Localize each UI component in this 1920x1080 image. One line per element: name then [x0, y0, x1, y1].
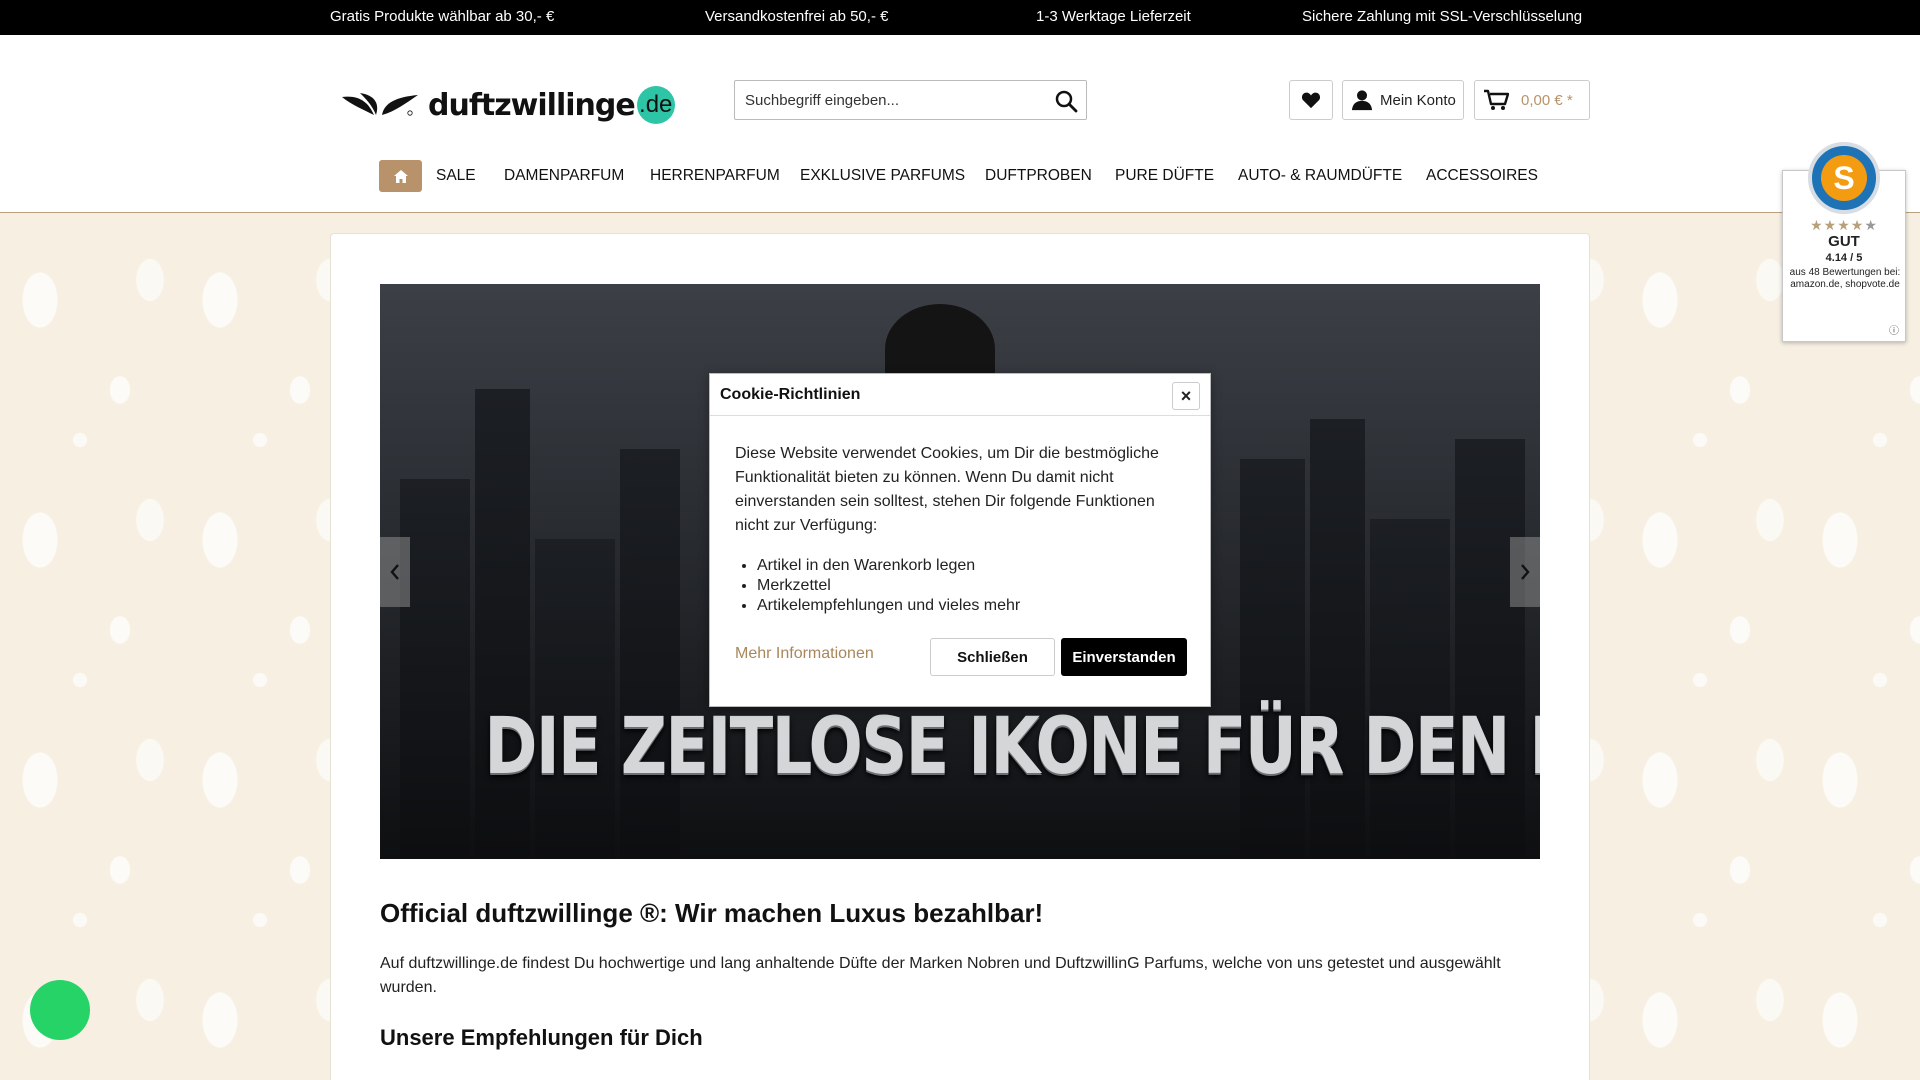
usp-bar: Gratis Produkte wählbar ab 30,- € Versan…	[0, 0, 1920, 35]
usp-delivery-time: 1-3 Werktage Lieferzeit	[1036, 8, 1191, 25]
nav-home[interactable]	[379, 160, 422, 192]
chat-button[interactable]	[30, 980, 90, 1040]
user-icon	[1351, 90, 1373, 111]
cart-button[interactable]: 0,00 € *	[1474, 80, 1590, 120]
cart-icon	[1484, 89, 1509, 110]
cookie-text: Diese Website verwendet Cookies, um Dir …	[735, 445, 1159, 534]
cart-total: 0,00 € *	[1521, 91, 1573, 109]
slider-next-button[interactable]	[1510, 537, 1540, 607]
cookie-feature-list: Artikel in den Warenkorb legen Merkzette…	[757, 556, 1020, 616]
chevron-right-icon	[1521, 564, 1530, 580]
rating-score: 4.14 / 5	[1825, 252, 1863, 264]
intro-text: Auf duftzwillinge.de findest Du hochwert…	[380, 955, 1501, 996]
nav-exklusive-parfums[interactable]: EXKLUSIVE PARFUMS	[800, 167, 965, 185]
cookie-close-button[interactable]: Schließen	[930, 638, 1055, 676]
usp-free-products: Gratis Produkte wählbar ab 30,- €	[330, 8, 555, 25]
heart-icon	[1301, 92, 1321, 109]
page-title: Official duftzwillinge ®: Wir machen Lux…	[380, 898, 1044, 928]
search-icon[interactable]	[1054, 89, 1078, 113]
usp-ssl: Sichere Zahlung mit SSL-Verschlüsselung	[1302, 8, 1583, 25]
nav-accessoires[interactable]: ACCESSOIRES	[1426, 167, 1538, 185]
nav-auto-raumduefte[interactable]: AUTO- & RAUMDÜFTE	[1238, 167, 1402, 185]
more-info-link[interactable]: Mehr Informationen	[735, 645, 874, 663]
logo-tld: .de	[636, 86, 675, 124]
site-header: duftzwillinge .de Mein Konto 0,00 € *	[0, 35, 1920, 213]
nav-damenparfum[interactable]: DAMENPARFUM	[504, 167, 624, 185]
nav-pure-duefte[interactable]: PURE DÜFTE	[1115, 167, 1214, 185]
rating-stars: ★★★★★	[1810, 217, 1878, 233]
rating-grade: GUT	[1828, 233, 1860, 250]
shopvote-badge[interactable]: S	[1808, 142, 1880, 214]
cookie-dialog: Cookie-Richtlinien × Diese Website verwe…	[709, 373, 1211, 707]
rating-info: aus 48 Bewertungen bei: amazon.de, shopv…	[1789, 267, 1901, 290]
list-item: Merkzettel	[757, 576, 1020, 596]
home-icon	[393, 169, 408, 183]
nav-duftproben[interactable]: DUFTPROBEN	[985, 167, 1092, 185]
recommendations-heading: Unsere Empfehlungen für Dich	[380, 1025, 703, 1050]
cookie-dialog-header: Cookie-Richtlinien ×	[710, 374, 1210, 416]
search-box	[734, 80, 1087, 120]
nav-sale[interactable]: SALE	[436, 167, 476, 185]
cookie-accept-button[interactable]: Einverstanden	[1061, 638, 1187, 676]
chevron-left-icon	[390, 564, 399, 580]
list-item: Artikel in den Warenkorb legen	[757, 556, 1020, 576]
list-item: Artikelempfehlungen und vieles mehr	[757, 596, 1020, 616]
nav-herrenparfum[interactable]: HERRENPARFUM	[650, 167, 780, 185]
hero-headline: DIE ZEITLOSE IKONE FÜR DEN MANN.	[484, 702, 1540, 792]
slider-prev-button[interactable]	[380, 537, 410, 607]
wishlist-button[interactable]	[1289, 80, 1333, 120]
main-nav: SALE DAMENPARFUM HERRENPARFUM EXKLUSIVE …	[0, 160, 1920, 196]
search-input[interactable]	[735, 81, 1035, 119]
account-button[interactable]: Mein Konto	[1342, 80, 1464, 120]
close-icon[interactable]: ×	[1172, 382, 1200, 410]
cookie-dialog-title: Cookie-Richtlinien	[720, 386, 861, 403]
usp-free-shipping: Versandkostenfrei ab 50,- €	[705, 8, 889, 25]
logo[interactable]: duftzwillinge .de	[340, 83, 675, 127]
logo-text: duftzwillinge	[428, 87, 636, 123]
shopvote-logo-icon: S	[1821, 155, 1867, 201]
account-label: Mein Konto	[1380, 91, 1456, 109]
info-icon[interactable]: ⓘ	[1889, 322, 1899, 337]
logo-wings-icon	[342, 93, 418, 116]
